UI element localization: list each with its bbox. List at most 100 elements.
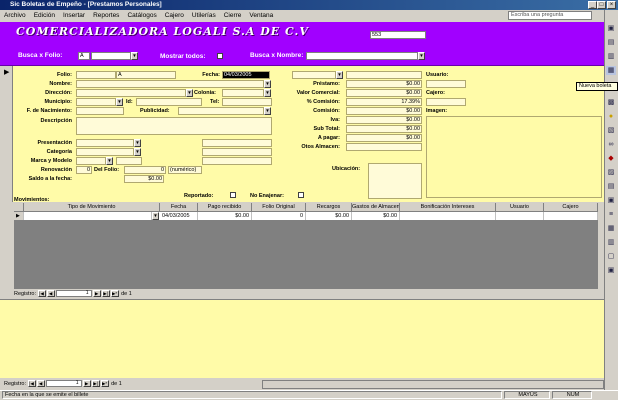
colonia-input[interactable] [222,89,264,97]
menu-reportes[interactable]: Reportes [89,10,123,21]
subnav-prev-icon[interactable]: ◀ [46,290,55,298]
descripcion-input[interactable] [76,117,272,135]
modelo-input[interactable] [116,157,142,165]
busca-folio-input[interactable] [91,52,131,60]
nav-current-input[interactable]: 1 [45,380,82,388]
new-record-icon[interactable]: ▣ [606,24,616,33]
subnav-next-icon[interactable]: ▶ [92,290,101,298]
municipio-input[interactable] [76,98,116,106]
publicidad-input[interactable] [178,107,264,115]
nacimiento-input[interactable] [76,107,124,115]
prestamo-value[interactable]: $0.00 [346,80,422,88]
filter-icon[interactable]: ▧ [606,126,616,135]
marca-input[interactable] [76,157,106,165]
menu-catalogos[interactable]: Catálogos [123,10,160,21]
busca-nombre-input[interactable] [306,52,418,60]
busca-folio-dropdown-icon[interactable]: ▼ [131,52,138,60]
tel-input[interactable] [222,98,272,106]
record-icon[interactable]: ▣ [606,196,616,205]
folio-prefix[interactable]: A [116,71,176,79]
publicidad-dropdown-icon[interactable]: ▼ [264,107,271,115]
nav-prev-icon[interactable]: ◀ [36,380,45,388]
direccion-input[interactable] [76,89,186,97]
categoria-extra[interactable] [202,148,272,156]
presentacion-input[interactable] [76,139,134,147]
sort-icon[interactable]: ▨ [606,168,616,177]
nav-last-icon[interactable]: ▶| [91,380,100,388]
table-row[interactable]: ▶ ▼ 04/03/2005 $0.00 0 $0.00 $0.00 [14,212,598,220]
menu-utilerias[interactable]: Utilerías [188,10,220,21]
help-search-input[interactable]: Escriba una pregunta [508,11,592,20]
busca-nombre-dropdown-icon[interactable]: ▼ [418,52,425,60]
renovacion-input[interactable]: 0 [76,166,92,174]
subnav-first-icon[interactable]: |◀ [37,290,46,298]
grid-col-usuario[interactable]: Usuario [496,203,544,212]
no-enajenar-checkbox[interactable] [298,192,304,198]
close-button[interactable]: × [607,1,616,9]
grid-tipo-dropdown-icon[interactable]: ▼ [152,212,159,220]
search-icon[interactable]: ▩ [606,98,616,107]
save-icon[interactable]: ▤ [606,38,616,47]
folio-input[interactable] [76,71,116,79]
grid-col-pago[interactable]: Pago recibido [198,203,252,212]
grid-col-fecha[interactable]: Fecha [160,203,198,212]
grid-col-recargos[interactable]: Recargos [306,203,352,212]
direccion-dropdown-icon[interactable]: ▼ [186,89,193,97]
menu-cierre[interactable]: Cierre [220,10,246,21]
categoria-input[interactable] [76,148,134,156]
grid-cell-pago[interactable]: $0.00 [198,212,252,220]
close-form-icon[interactable]: ▢ [606,252,616,261]
marca-extra[interactable] [202,157,272,165]
maximize-button[interactable]: □ [597,1,606,9]
nav-next-icon[interactable]: ▶ [82,380,91,388]
record-number-field[interactable]: 553 [370,31,426,39]
grid-cell-recargos[interactable]: $0.00 [306,212,352,220]
delete-icon[interactable]: ◆ [606,154,616,163]
presentacion-dropdown-icon[interactable]: ▼ [134,139,141,147]
fecha-input[interactable]: 04/03/2005 [222,71,270,79]
id-input[interactable] [136,98,202,106]
mostrar-todos-checkbox[interactable] [217,53,223,59]
subnav-current-input[interactable]: 1 [55,290,92,298]
print-icon[interactable]: ▥ [606,52,616,61]
grid-col-folio-original[interactable]: Folio Original [252,203,306,212]
comision-pct-value[interactable]: 17.39% [346,98,422,106]
tipo-prestamo-dropdown-icon[interactable]: ▼ [336,71,343,79]
del-folio-input[interactable]: 0 [124,166,166,174]
menu-insertar[interactable]: Insertar [59,10,89,21]
nav-new-icon[interactable]: ▶* [100,380,109,388]
reportado-checkbox[interactable] [230,192,236,198]
chart-icon[interactable]: ▥ [606,238,616,247]
presentacion-extra[interactable] [202,139,272,147]
busca-folio-prefix[interactable]: A [78,52,90,60]
grid-cell-cajero[interactable] [544,212,598,220]
imagen-frame[interactable] [426,116,602,198]
subnav-last-icon[interactable]: ▶| [101,290,110,298]
horizontal-scrollbar[interactable] [262,380,604,389]
menu-ventana[interactable]: Ventana [245,10,277,21]
colonia-dropdown-icon[interactable]: ▼ [264,89,271,97]
menu-archivo[interactable]: Archivo [0,10,30,21]
light-icon[interactable]: ● [606,112,616,121]
nav-first-icon[interactable]: |◀ [27,380,36,388]
tipo-prestamo-extra[interactable] [346,71,422,79]
menu-edicion[interactable]: Edición [30,10,59,21]
grid-col-gastos[interactable]: Gastos de Almacen [352,203,400,212]
report-icon[interactable]: ▤ [606,182,616,191]
grid-col-bonificacion[interactable]: Bonificación Intereses [400,203,496,212]
minimize-button[interactable]: _ [588,1,597,9]
window-icon[interactable]: ▣ [606,266,616,275]
table-icon[interactable]: ▦ [606,224,616,233]
nombre-input[interactable] [76,80,264,88]
grid-cell-folio-original[interactable]: 0 [252,212,306,220]
tipo-prestamo-select[interactable] [292,71,336,79]
categoria-dropdown-icon[interactable]: ▼ [134,148,141,156]
nombre-dropdown-icon[interactable]: ▼ [264,80,271,88]
grid-col-cajero[interactable]: Cajero [544,203,598,212]
ubicacion-input[interactable] [368,163,422,199]
menu-cajero[interactable]: Cajero [161,10,188,21]
subnav-new-icon[interactable]: ▶* [110,290,119,298]
valor-comercial-value[interactable]: $0.00 [346,89,422,97]
grid-cell-fecha[interactable]: 04/03/2005 [160,212,198,220]
grid-col-tipo[interactable]: Tipo de Movimiento [24,203,160,212]
